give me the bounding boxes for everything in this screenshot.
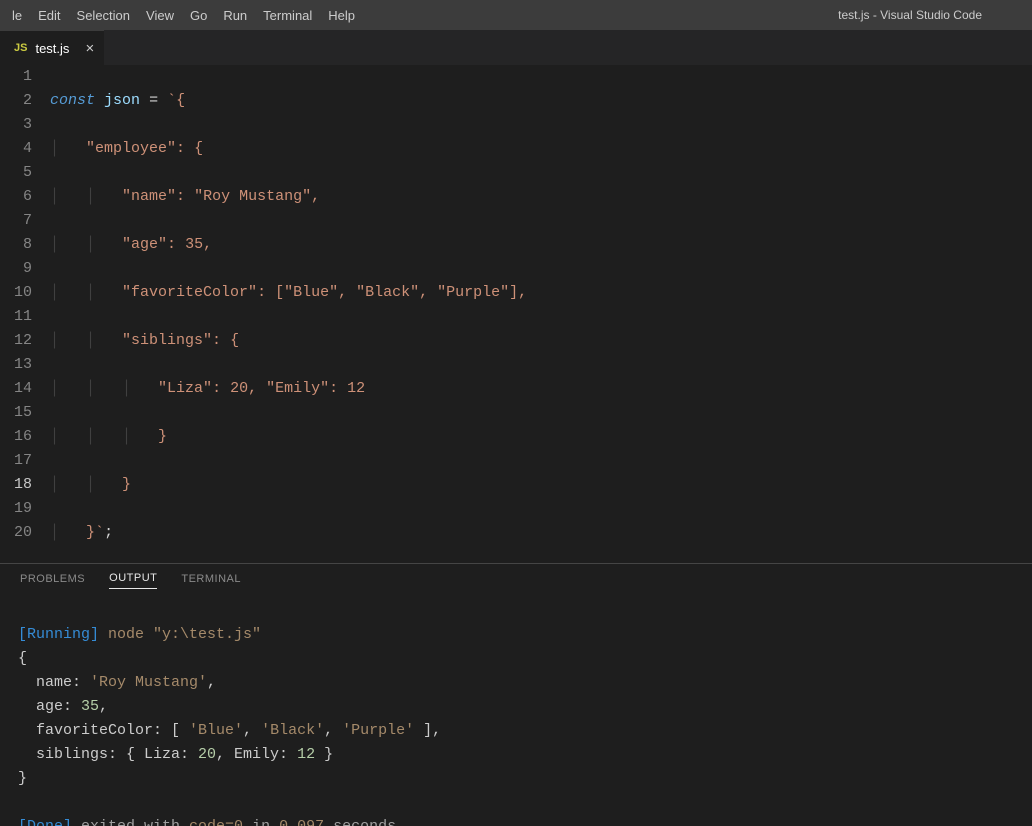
editor[interactable]: 12345 678910 1112131415 1617181920 const… — [0, 65, 1032, 563]
panel-tabs: PROBLEMS OUTPUT TERMINAL — [0, 564, 1032, 595]
code-area[interactable]: const json = `{ │ "employee": { │ │ "nam… — [50, 65, 1032, 563]
menu-edit[interactable]: Edit — [30, 0, 68, 30]
line-number-gutter: 12345 678910 1112131415 1617181920 — [0, 65, 50, 563]
menu-go[interactable]: Go — [182, 0, 215, 30]
close-icon[interactable]: × — [85, 40, 94, 57]
tab-output[interactable]: OUTPUT — [109, 572, 157, 589]
menu-bar: le Edit Selection View Go Run Terminal H… — [0, 0, 1032, 30]
bottom-panel: PROBLEMS OUTPUT TERMINAL [Running] node … — [0, 563, 1032, 826]
tab-bar: JS test.js × — [0, 30, 1032, 65]
menu-run[interactable]: Run — [215, 0, 255, 30]
menu-view[interactable]: View — [138, 0, 182, 30]
tab-label: test.js — [35, 41, 69, 56]
js-file-icon: JS — [14, 42, 27, 54]
menu-terminal[interactable]: Terminal — [255, 0, 320, 30]
menu-selection[interactable]: Selection — [69, 0, 138, 30]
tab-problems[interactable]: PROBLEMS — [20, 573, 85, 589]
menu-help[interactable]: Help — [320, 0, 363, 30]
output-console[interactable]: [Running] node "y:\test.js" { name: 'Roy… — [0, 595, 1032, 826]
tab-testjs[interactable]: JS test.js × — [0, 30, 104, 65]
tab-terminal[interactable]: TERMINAL — [181, 573, 241, 589]
menu-file[interactable]: le — [4, 0, 30, 30]
window-title: test.js - Visual Studio Code — [838, 8, 982, 22]
